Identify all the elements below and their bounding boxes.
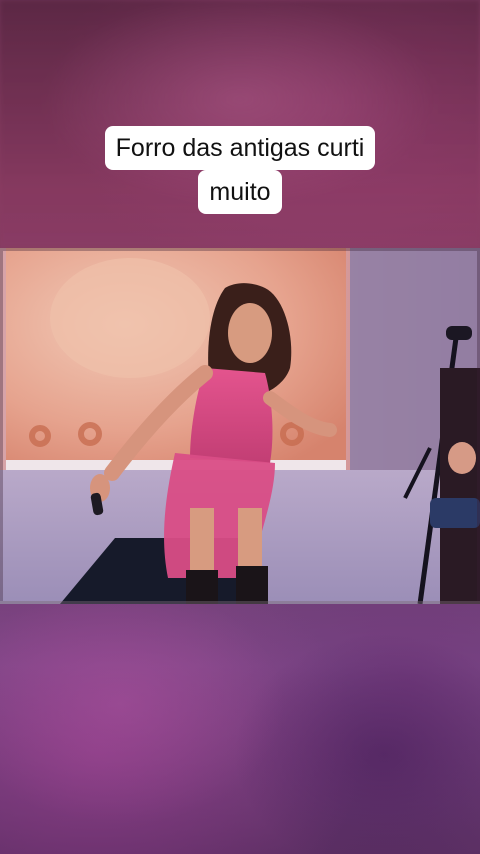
video-post-screen[interactable]: Forro das antigas curti muito — [0, 0, 480, 854]
video-player[interactable] — [0, 248, 480, 604]
caption-line-1: Forro das antigas curti — [104, 126, 376, 170]
blurred-background-bottom — [0, 604, 480, 854]
video-frame-image — [0, 248, 480, 604]
banner-face — [50, 258, 210, 378]
caption-line-2: muito — [198, 170, 282, 214]
caption: Forro das antigas curti muito — [0, 126, 480, 214]
video-progress-track[interactable] — [0, 601, 480, 604]
